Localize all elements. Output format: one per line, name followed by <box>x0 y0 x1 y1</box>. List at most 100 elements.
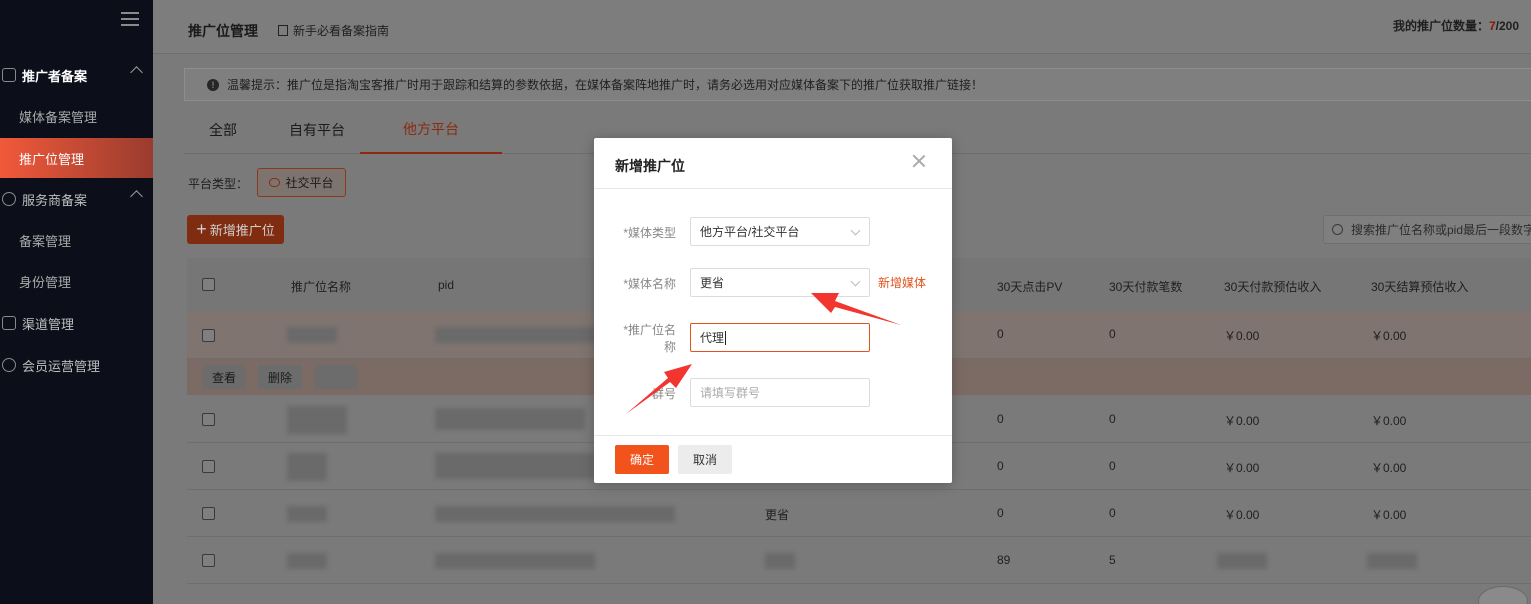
dialog-footer: 确定 取消 <box>594 435 952 483</box>
redacted-name <box>287 327 337 343</box>
cancel-button[interactable]: 取消 <box>678 445 732 474</box>
table-row[interactable]: 更省 0 0 ￥0.00 ￥0.00 <box>187 490 1531 537</box>
income-cell: ￥0.00 <box>1224 414 1260 428</box>
pv-cell: 89 <box>997 553 1011 567</box>
row-checkbox[interactable] <box>202 507 215 520</box>
page-title: 推广位管理 <box>188 23 258 39</box>
notice-banner: ! 温馨提示：推广位是指淘宝客推广时用于跟踪和结算的参数依据，在媒体备案阵地推广… <box>184 68 1531 101</box>
sidebar-item-identity-management[interactable]: 身份管理 <box>0 261 153 301</box>
income-cell: ￥0.00 <box>1224 508 1260 522</box>
sidebar-item-member-ops[interactable]: 会员运营管理 <box>0 344 153 386</box>
column-header: 30天付款预估收入 <box>1224 280 1322 294</box>
chevron-up-icon <box>130 66 143 79</box>
tab-all[interactable]: 全部 <box>184 106 262 154</box>
settle-cell: ￥0.00 <box>1371 329 1407 343</box>
dialog-header: 新增推广位 <box>594 138 952 189</box>
megaphone-icon <box>2 68 16 82</box>
column-header: 30天付款笔数 <box>1109 280 1183 294</box>
income-cell: ￥0.00 <box>1224 461 1260 475</box>
slot-name-input[interactable]: 代理 <box>690 323 870 352</box>
media-name-label: *媒体名称 <box>623 277 676 291</box>
row-checkbox[interactable] <box>202 329 215 342</box>
income-cell: ￥0.00 <box>1224 329 1260 343</box>
document-icon <box>278 25 288 36</box>
group-no-placeholder: 请填写群号 <box>700 386 761 400</box>
media-cell: 更省 <box>765 508 790 522</box>
redacted-pid <box>435 408 585 430</box>
edit-button[interactable] <box>315 365 357 389</box>
slot-name-label: *推广位名 称 <box>612 322 676 356</box>
diamond-icon <box>2 192 16 206</box>
row-checkbox[interactable] <box>202 554 215 567</box>
add-slot-label: 新增推广位 <box>209 223 275 238</box>
tab-other-platform[interactable]: 他方平台 <box>360 106 502 154</box>
sidebar-item-channel[interactable]: 渠道管理 <box>0 302 153 344</box>
row-checkbox[interactable] <box>202 413 215 426</box>
sidebar-item-record-management[interactable]: 备案管理 <box>0 220 153 260</box>
slot-count-label: 我的推广位数量： <box>1392 19 1489 33</box>
orders-cell: 0 <box>1109 506 1116 520</box>
channel-icon <box>2 316 16 330</box>
new-media-link[interactable]: 新增媒体 <box>878 274 926 291</box>
settle-cell: ￥0.00 <box>1371 508 1407 522</box>
media-type-label: *媒体类型 <box>623 226 676 240</box>
pv-cell: 0 <box>997 506 1004 520</box>
sidebar-item-slot-management[interactable]: 推广位管理 <box>0 138 153 178</box>
delete-button[interactable]: 删除 <box>258 365 302 389</box>
settle-cell: ￥0.00 <box>1371 414 1407 428</box>
redacted-pid <box>435 327 595 343</box>
add-slot-dialog: 新增推广位 *媒体类型 他方平台/社交平台 *媒体名称 更省 新增媒体 *推广位… <box>594 138 952 483</box>
close-icon[interactable] <box>912 154 926 168</box>
select-all-checkbox[interactable] <box>202 278 215 291</box>
search-input[interactable]: 搜索推广位名称或pid最后一段数字 <box>1323 215 1531 244</box>
redacted-settle <box>1367 553 1417 569</box>
group-no-input[interactable]: 请填写群号 <box>690 378 870 407</box>
orders-cell: 0 <box>1109 412 1116 426</box>
confirm-button[interactable]: 确定 <box>615 445 669 474</box>
redacted-name <box>287 506 327 522</box>
row-checkbox[interactable] <box>202 460 215 473</box>
redacted-media <box>765 553 795 569</box>
plus-icon: + <box>196 219 207 239</box>
info-icon: ! <box>207 78 219 91</box>
media-type-value: 他方平台/社交平台 <box>700 225 800 239</box>
chevron-up-icon <box>130 190 143 203</box>
orders-cell: 0 <box>1109 459 1116 473</box>
view-button[interactable]: 查看 <box>203 365 245 389</box>
media-name-select[interactable]: 更省 <box>690 268 870 297</box>
sidebar-item-media-record[interactable]: 媒体备案管理 <box>0 96 153 136</box>
slot-name-value: 代理 <box>700 331 725 345</box>
column-header: 30天点击PV <box>997 280 1063 294</box>
slot-name-label-line: *推广位名 <box>623 323 676 337</box>
settle-cell: ￥0.00 <box>1371 461 1407 475</box>
media-type-select[interactable]: 他方平台/社交平台 <box>690 217 870 246</box>
sidebar-item-label: 会员运营管理 <box>22 358 101 374</box>
sidebar-group-promoter[interactable]: 推广者备案 <box>0 54 153 96</box>
redacted-income <box>1217 553 1267 569</box>
slot-name-label-line: 称 <box>663 340 676 354</box>
guide-link-label: 新手必看备案指南 <box>293 24 390 38</box>
guide-link[interactable]: 新手必看备案指南 <box>278 22 389 39</box>
pv-cell: 0 <box>997 327 1004 341</box>
tab-own-platform[interactable]: 自有平台 <box>272 106 362 154</box>
add-slot-button[interactable]: + 新增推广位 <box>187 215 284 244</box>
sidebar-group-service[interactable]: 服务商备案 <box>0 178 153 220</box>
chat-icon <box>269 178 281 187</box>
media-name-value: 更省 <box>700 276 725 290</box>
sidebar: 推广者备案 媒体备案管理 推广位管理 服务商备案 备案管理 身份管理 渠道管理 … <box>0 0 153 604</box>
redacted-pid <box>435 453 595 479</box>
slot-count-used: 7 <box>1488 19 1496 33</box>
orders-cell: 0 <box>1109 327 1116 341</box>
slot-count: 我的推广位数量：7/200 <box>1393 17 1519 34</box>
platform-type-social-button[interactable]: 社交平台 <box>257 168 346 197</box>
chevron-down-icon <box>850 276 861 287</box>
platform-type-label: 平台类型： <box>188 177 249 191</box>
redacted-name <box>287 553 327 569</box>
column-header: 30天结算预估收入 <box>1371 280 1469 294</box>
redacted-name <box>287 453 327 481</box>
redacted-pid <box>435 553 595 569</box>
menu-toggle-icon[interactable] <box>121 12 139 26</box>
table-row[interactable]: 89 5 <box>187 537 1531 584</box>
platform-type-value: 社交平台 <box>285 176 334 190</box>
pv-cell: 0 <box>997 412 1004 426</box>
